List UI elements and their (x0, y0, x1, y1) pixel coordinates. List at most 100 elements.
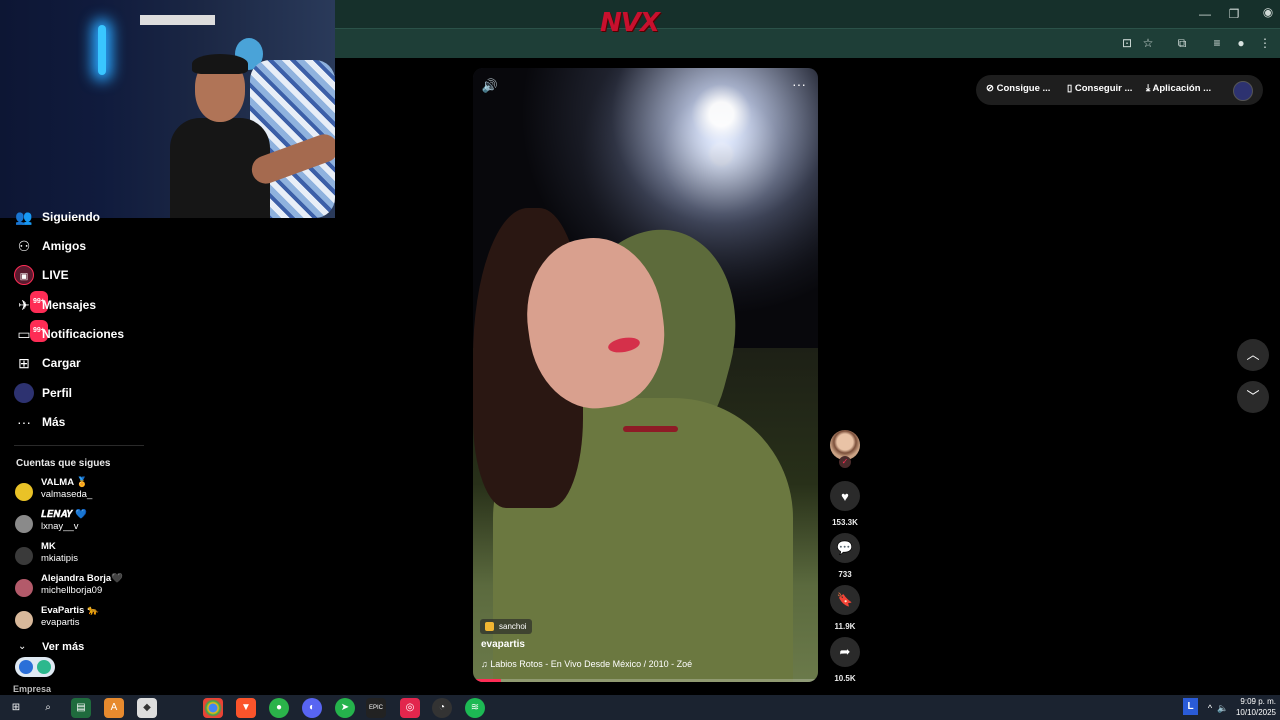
chevron-down-icon: ﹀ (1246, 389, 1260, 404)
live-icon: ▣ (14, 265, 34, 285)
minimize-button[interactable]: — (1197, 6, 1213, 22)
epic-icon[interactable]: EPIC (366, 698, 386, 718)
video-player[interactable]: 🔊 ··· sanchoi evapartis ♫ Labios Rotos -… (473, 68, 818, 682)
sound-icon[interactable]: 🔊 (481, 78, 499, 94)
sidebar-item-more[interactable]: ··· Más (0, 409, 160, 435)
spotify-icon[interactable]: ≋ (465, 698, 485, 718)
profile-circle-icon[interactable]: ◉ (1260, 4, 1276, 20)
upload-icon: ⊞ (18, 355, 30, 371)
share-count: 10.5K (834, 674, 856, 683)
app-a-icon[interactable]: A (104, 698, 124, 718)
avatar (15, 611, 33, 629)
app-green2-icon[interactable]: ➤ (335, 698, 355, 718)
friends-icon: ⚇ (17, 238, 31, 254)
follow-icon[interactable]: ✓ (839, 456, 851, 468)
account-handle: michellborja09 (41, 585, 103, 596)
account-name: VALMA 🏅 (41, 477, 89, 488)
comment-button[interactable]: 💬 733 (829, 533, 861, 579)
sidebar-item-profile[interactable]: Perfil (0, 380, 160, 406)
search-icon[interactable]: ⌕ (38, 698, 58, 718)
effect-label: sanchoi (499, 622, 527, 631)
power-icon (37, 660, 51, 674)
profile-icon[interactable]: ● (1232, 34, 1250, 52)
account-handle: mkiatipis (41, 553, 78, 564)
more-options-icon[interactable]: ··· (789, 77, 809, 94)
sidebar-item-friends[interactable]: ⚇ Amigos (0, 233, 160, 259)
share-button[interactable]: ➦ 10.5K (829, 637, 861, 683)
menu-icon[interactable]: ⋮ (1256, 34, 1274, 52)
followed-account[interactable]: Alejandra Borja🖤 michellborja09 (0, 573, 160, 605)
install-icon[interactable]: ⊡ (1118, 34, 1136, 52)
previous-video-button[interactable]: ︿ (1237, 339, 1269, 371)
video-progress-bar[interactable] (473, 679, 818, 682)
app-red-icon[interactable]: ◎ (400, 698, 420, 718)
chrome-icon[interactable] (203, 698, 223, 718)
see-more-label: Ver más (42, 641, 85, 653)
clock[interactable]: 9:09 p. m. 10/10/2025 (1232, 696, 1276, 718)
save-button[interactable]: 🔖 11.9K (829, 585, 861, 631)
account-name: MK (41, 541, 56, 552)
followed-account[interactable]: 𝑳𝑬𝑵𝑨𝒀 💙 lxnay__v (0, 509, 160, 541)
notifications-icon: ▭ 99+ (14, 320, 48, 344)
avatar (15, 547, 33, 565)
coins-button[interactable]: ⊘ Consigue ... (986, 83, 1050, 94)
share-icon: ➦ (830, 637, 860, 667)
followed-account[interactable]: EvaPartis 🐆 evapartis (0, 605, 160, 637)
effect-tag[interactable]: sanchoi (480, 619, 532, 634)
language-indicator[interactable]: L (1183, 698, 1198, 715)
followed-account[interactable]: VALMA 🏅 valmaseda_ (0, 477, 160, 509)
app-box-icon[interactable]: ◆ (137, 698, 157, 718)
tab-strip (335, 0, 1280, 28)
extension-icon (19, 660, 33, 674)
extension-pill[interactable] (15, 657, 55, 677)
neon-light (98, 25, 106, 75)
shelf (140, 15, 215, 25)
sidebar-item-upload[interactable]: ⊞ Cargar (0, 350, 160, 376)
volume-icon[interactable]: 🔈 (1213, 698, 1233, 718)
following-icon: 👥 (15, 209, 33, 225)
app-green-icon[interactable]: ● (269, 698, 289, 718)
sidebar-item-label: Siguiendo (42, 210, 100, 224)
video-choker (623, 426, 678, 432)
extensions-icon[interactable]: ⧉ (1173, 34, 1191, 52)
video-music[interactable]: ♫ Labios Rotos - En Vivo Desde México / … (481, 659, 692, 669)
like-count: 153.3K (832, 518, 858, 527)
media-icon[interactable]: ≡ (1208, 34, 1226, 52)
followed-account[interactable]: MK mkiatipis (0, 541, 160, 573)
sidebar-item-label: Mensajes (42, 298, 97, 312)
app-gauge-icon[interactable]: ◔ (432, 698, 452, 718)
get-app-button[interactable]: ▯ Conseguir ... (1067, 83, 1132, 94)
restore-button[interactable]: ❐ (1226, 6, 1242, 22)
profile-icon (14, 383, 34, 403)
chevron-down-icon: ⌄ (18, 641, 27, 652)
clock-time: 9:09 p. m. (1240, 697, 1276, 706)
clock-date: 10/10/2025 (1235, 708, 1276, 717)
footer-company-link[interactable]: Empresa (13, 684, 51, 694)
discord-icon[interactable]: ◐ (302, 698, 322, 718)
divider (14, 445, 144, 446)
start-icon[interactable]: ⊞ (6, 698, 26, 718)
terminal-icon[interactable]: ▤ (71, 698, 91, 718)
app-button[interactable]: ⤓ Aplicación ... (1146, 83, 1211, 94)
video-author[interactable]: evapartis (481, 639, 525, 650)
see-more-button[interactable]: ⌄ Ver más (0, 641, 160, 657)
sidebar-item-label: Notificaciones (42, 327, 125, 341)
sidebar-item-notifications[interactable]: ▭ 99+ Notificaciones (0, 320, 160, 347)
get-app-label: Conseguir ... (1074, 83, 1133, 94)
account-handle: evapartis (41, 617, 80, 628)
sidebar-item-following[interactable]: 👥 Siguiendo (0, 204, 160, 230)
like-button[interactable]: ♥ 153.3K (829, 481, 861, 527)
sidebar-item-label: Perfil (42, 386, 73, 400)
account-handle: lxnay__v (41, 521, 79, 532)
sidebar-item-label: Más (42, 415, 66, 429)
brave-icon[interactable]: ▼ (236, 698, 256, 718)
star-icon[interactable]: ☆ (1139, 34, 1157, 52)
webcam-overlay (0, 0, 335, 218)
next-video-button[interactable]: ﹀ (1237, 381, 1269, 413)
user-avatar[interactable] (1233, 81, 1253, 101)
effect-icon (485, 622, 494, 631)
comment-icon: 💬 (830, 533, 860, 563)
sidebar-item-messages[interactable]: ✈ 99+ Mensajes (0, 291, 160, 318)
sidebar-item-live[interactable]: ▣ LIVE (0, 262, 160, 288)
chevron-up-icon: ︿ (1246, 347, 1260, 362)
